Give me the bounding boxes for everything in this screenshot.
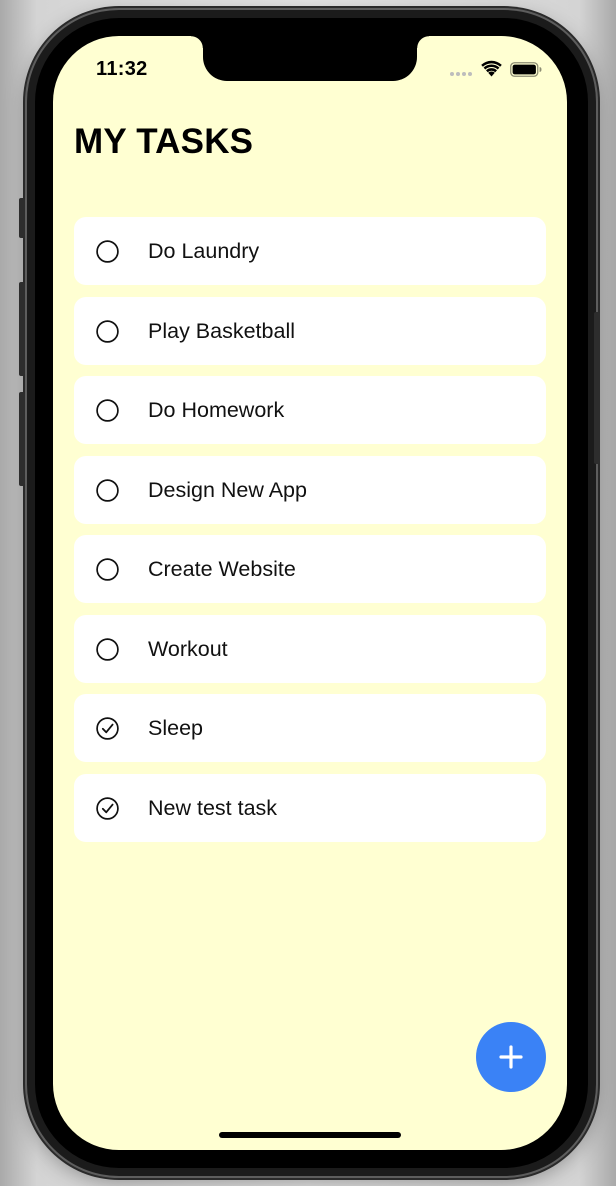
notch xyxy=(191,36,429,81)
task-item[interactable]: Do Laundry xyxy=(74,217,546,285)
plus-icon xyxy=(499,1045,523,1069)
power-button xyxy=(594,312,600,464)
volume-down-button xyxy=(19,392,25,486)
task-label: Play Basketball xyxy=(148,318,295,343)
page-title: MY TASKS xyxy=(74,122,254,161)
circle-icon[interactable] xyxy=(96,558,119,581)
status-time: 11:32 xyxy=(96,58,148,80)
task-item[interactable]: Design New App xyxy=(74,455,546,524)
task-item[interactable]: Workout xyxy=(74,614,546,683)
checkmark-circle-icon[interactable] xyxy=(96,796,119,820)
task-label: New test task xyxy=(148,795,278,820)
task-label: Do Laundry xyxy=(148,239,260,263)
wifi-icon xyxy=(481,60,502,77)
status-icons xyxy=(450,60,542,78)
silent-switch xyxy=(19,198,25,238)
circle-icon[interactable] xyxy=(96,319,119,343)
volume-up-button xyxy=(19,282,25,376)
task-item[interactable]: Play Basketball xyxy=(74,296,546,365)
battery-icon xyxy=(510,62,542,77)
task-list: Do Laundry Play Basketball Do Homework D… xyxy=(74,217,546,853)
task-label: Sleep xyxy=(148,716,203,740)
circle-icon[interactable] xyxy=(96,399,119,422)
task-label: Design New App xyxy=(148,477,307,502)
circle-icon[interactable] xyxy=(96,240,119,263)
task-label: Workout xyxy=(148,636,228,661)
checkmark-circle-icon[interactable] xyxy=(96,717,119,740)
add-task-button[interactable] xyxy=(476,1022,546,1092)
task-item[interactable]: Sleep xyxy=(74,694,546,762)
task-item[interactable]: Create Website xyxy=(74,535,546,603)
home-indicator[interactable] xyxy=(219,1132,401,1138)
task-label: Create Website xyxy=(148,557,296,581)
task-label: Do Homework xyxy=(148,398,285,422)
task-item[interactable]: Do Homework xyxy=(74,376,546,444)
task-item[interactable]: New test task xyxy=(74,773,546,842)
app-screen: 11:32 MY TASKS Do Laundry Play Basketbal… xyxy=(53,36,567,1150)
circle-icon[interactable] xyxy=(96,637,119,661)
cellular-signal-icon xyxy=(450,72,474,76)
circle-icon[interactable] xyxy=(96,478,119,502)
